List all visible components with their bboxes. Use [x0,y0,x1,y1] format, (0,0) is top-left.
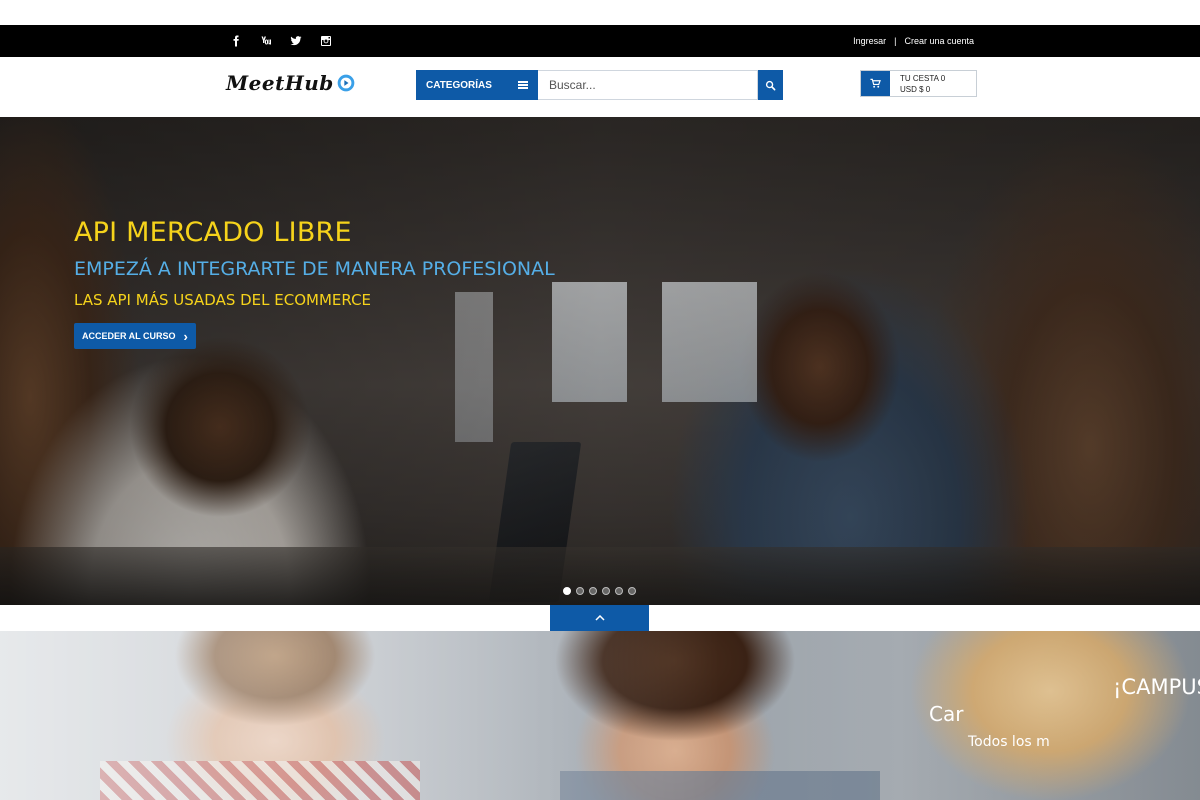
slider-dot[interactable] [576,587,584,595]
hero-title: API MERCADO LIBRE [74,217,352,248]
hero-slider: API MERCADO LIBRE EMPEZÁ A INTEGRARTE DE… [0,117,1200,605]
hero-tagline: LAS API MÁS USADAS DEL ECOMMERCE [74,291,372,309]
site-logo[interactable]: MeetHub [226,71,356,95]
cart-icon [870,78,881,88]
logo-text: MeetHub [226,71,334,95]
top-bar: Ingresar | Crear una cuenta [0,25,1200,57]
campus-banner: ¡CAMPUS VIRTUAL DE CA Car Todos los m [0,631,1200,800]
access-course-label: ACCEDER AL CURSO [82,331,176,341]
slider-dots [563,587,636,595]
instagram-icon[interactable] [319,34,333,48]
account-links: Ingresar | Crear una cuenta [853,25,974,57]
youtube-icon[interactable] [259,34,273,48]
cart-summary: TU CESTA 0 USD $ 0 [890,71,945,96]
search-input[interactable] [538,70,758,100]
cart-count: TU CESTA 0 [900,74,946,83]
campus-description: Todos los m [968,734,1050,750]
chevron-up-icon [594,615,605,621]
campus-subtitle: Car [929,702,964,726]
chevron-right-icon: › [183,328,188,344]
slider-dot[interactable] [628,587,636,595]
social-links [229,25,333,57]
slider-dot[interactable] [563,587,571,595]
campus-caption: ¡CAMPUS VIRTUAL DE CA Car Todos los m [900,675,1200,750]
categories-label: CATEGORÍAS [426,79,492,91]
categories-button[interactable]: CATEGORÍAS [416,70,538,100]
menu-icon [518,81,528,89]
facebook-icon[interactable] [229,34,243,48]
login-link[interactable]: Ingresar [853,36,886,46]
account-separator: | [894,36,897,46]
hero-caption: API MERCADO LIBRE EMPEZÁ A INTEGRARTE DE… [74,217,555,349]
collapse-toggle[interactable] [550,605,649,631]
site-header: MeetHub CATEGORÍAS TU CESTA 0 USD $ 0 [0,57,1200,117]
campus-title: ¡CAMPUS VIRTUAL DE CA [1113,675,1200,699]
play-logo-icon [337,74,355,92]
hero-shade [0,117,1200,605]
cart-icon-box [861,71,890,96]
search-button[interactable] [758,70,783,100]
slider-dot[interactable] [602,587,610,595]
search-icon [765,80,776,90]
hero-subtitle: EMPEZÁ A INTEGRARTE DE MANERA PROFESIONA… [74,258,555,280]
register-link[interactable]: Crear una cuenta [904,36,974,46]
slider-dot[interactable] [589,587,597,595]
page: Ingresar | Crear una cuenta MeetHub CATE… [0,0,1200,800]
access-course-button[interactable]: ACCEDER AL CURSO › [74,323,196,349]
slider-dot[interactable] [615,587,623,595]
cart-total: USD $ 0 [900,85,931,94]
cart-widget[interactable]: TU CESTA 0 USD $ 0 [860,70,977,97]
twitter-icon[interactable] [289,34,303,48]
